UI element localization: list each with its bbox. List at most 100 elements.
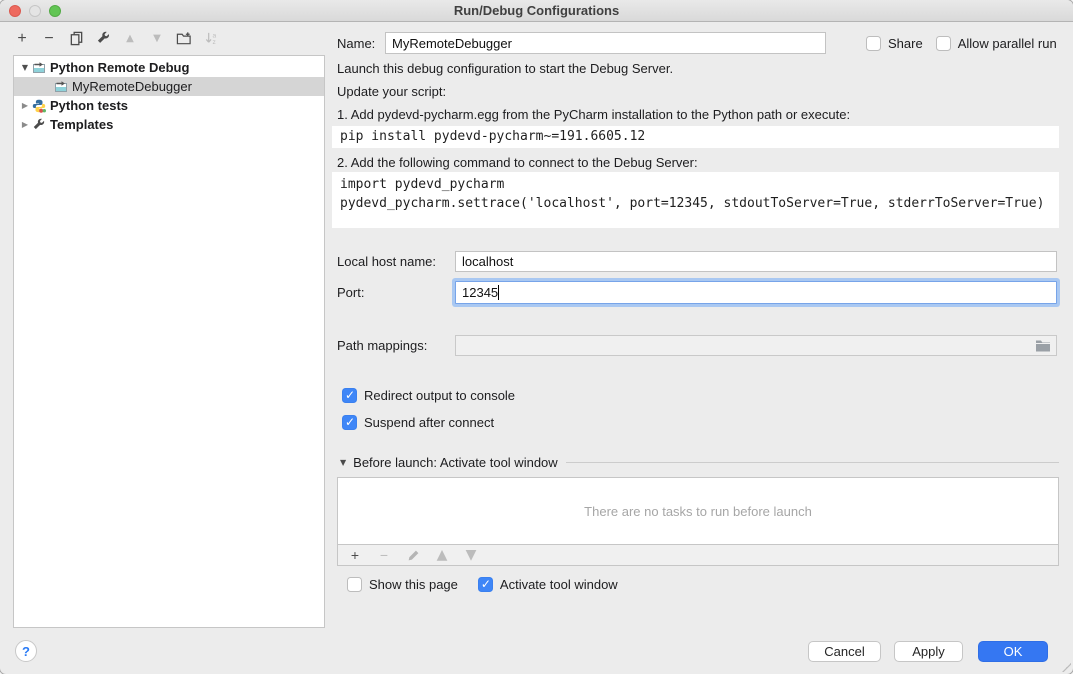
page-options-row: Show this page Activate tool window xyxy=(347,577,618,592)
remote-debug-icon xyxy=(32,61,46,75)
copy-config-button[interactable] xyxy=(68,31,84,47)
port-row: Port: xyxy=(337,281,1057,304)
local-host-input[interactable] xyxy=(455,251,1057,272)
configurations-toolbar: + − ▲ ▼ az xyxy=(0,22,330,55)
code-line-import: import pydevd_pycharm xyxy=(340,175,1051,194)
tree-item-templates[interactable]: ▶ Templates xyxy=(14,115,324,134)
move-task-down-button[interactable]: ▼ xyxy=(463,547,479,563)
suspend-after-connect-row: Suspend after connect xyxy=(342,415,494,430)
new-folder-button[interactable] xyxy=(176,31,192,47)
activate-tool-window-label: Activate tool window xyxy=(500,577,618,592)
folder-icon xyxy=(1035,339,1051,352)
sort-configs-button[interactable]: az xyxy=(203,31,219,47)
copy-icon xyxy=(69,31,84,46)
remove-task-button[interactable]: − xyxy=(376,547,392,563)
tree-item-myremotedebugger[interactable]: MyRemoteDebugger xyxy=(14,77,324,96)
instruction-step-1: 1. Add pydevd-pycharm.egg from the PyCha… xyxy=(337,107,850,122)
suspend-after-connect-label: Suspend after connect xyxy=(364,415,494,430)
help-button[interactable]: ? xyxy=(15,640,37,662)
tree-item-label: Templates xyxy=(50,117,113,132)
before-launch-toolbar: + − ▲ ▼ xyxy=(337,545,1059,566)
tree-item-python-tests[interactable]: ▶ Python tests xyxy=(14,96,324,115)
remove-config-button[interactable]: − xyxy=(41,31,57,47)
expand-arrow-icon[interactable]: ▼ xyxy=(18,63,32,72)
wrench-icon xyxy=(96,31,111,46)
cancel-button[interactable]: Cancel xyxy=(808,641,881,662)
minus-icon: − xyxy=(44,31,53,47)
name-label: Name: xyxy=(337,36,385,51)
instruction-line-2: Update your script: xyxy=(337,84,446,99)
tree-item-label: Python tests xyxy=(50,98,128,113)
run-debug-configurations-dialog: Run/Debug Configurations + − ▲ ▼ az ▼ Py… xyxy=(0,0,1073,674)
triangle-down-icon: ▼ xyxy=(153,31,161,47)
add-task-button[interactable]: + xyxy=(347,547,363,563)
before-launch-empty-text: There are no tasks to run before launch xyxy=(584,504,812,519)
allow-parallel-run-checkbox[interactable] xyxy=(936,36,951,51)
move-down-button[interactable]: ▼ xyxy=(149,31,165,47)
edit-config-button[interactable] xyxy=(95,31,111,47)
name-row: Name: Share Allow parallel run xyxy=(337,32,1060,54)
triangle-down-icon: ▼ xyxy=(466,547,477,563)
triangle-up-icon: ▲ xyxy=(437,547,448,563)
folder-add-icon xyxy=(176,31,192,46)
before-launch-title: Before launch: Activate tool window xyxy=(353,455,558,470)
collapse-arrow-icon[interactable]: ▶ xyxy=(18,101,32,110)
port-label: Port: xyxy=(337,285,455,300)
port-input[interactable] xyxy=(455,281,1057,304)
python-tests-icon xyxy=(32,99,46,113)
close-button[interactable] xyxy=(9,5,21,17)
show-this-page-checkbox[interactable] xyxy=(347,577,362,592)
section-divider xyxy=(566,462,1059,463)
show-this-page-label: Show this page xyxy=(369,577,458,592)
redirect-output-checkbox[interactable] xyxy=(342,388,357,403)
path-mappings-label: Path mappings: xyxy=(337,338,455,353)
question-mark-icon: ? xyxy=(22,644,30,659)
pip-install-code: pip install pydevd-pycharm~=191.6605.12 xyxy=(332,126,1059,148)
zoom-button[interactable] xyxy=(49,5,61,17)
local-host-label: Local host name: xyxy=(337,254,455,269)
pencil-icon xyxy=(407,549,420,562)
name-input[interactable] xyxy=(385,32,826,54)
before-launch-header[interactable]: ▼ Before launch: Activate tool window xyxy=(340,455,1059,470)
ok-button[interactable]: OK xyxy=(978,641,1048,662)
path-mappings-row: Path mappings: xyxy=(337,335,1057,356)
sort-az-icon: az xyxy=(204,31,219,46)
tree-item-label: MyRemoteDebugger xyxy=(72,79,192,94)
triangle-up-icon: ▲ xyxy=(126,31,134,47)
redirect-output-label: Redirect output to console xyxy=(364,388,515,403)
add-config-button[interactable]: + xyxy=(14,31,30,47)
path-mappings-input[interactable] xyxy=(455,335,1057,356)
plus-icon: + xyxy=(351,547,359,563)
before-launch-task-list[interactable]: There are no tasks to run before launch xyxy=(337,477,1059,545)
wrench-icon xyxy=(32,118,46,132)
resize-grip[interactable] xyxy=(1061,662,1071,672)
local-host-row: Local host name: xyxy=(337,251,1057,272)
text-cursor xyxy=(498,285,499,300)
tree-item-python-remote-debug[interactable]: ▼ Python Remote Debug xyxy=(14,58,324,77)
instruction-line-1: Launch this debug configuration to start… xyxy=(337,61,673,76)
share-checkbox[interactable] xyxy=(866,36,881,51)
plus-icon: + xyxy=(17,31,26,47)
remote-debug-icon xyxy=(54,80,68,94)
allow-parallel-run-label: Allow parallel run xyxy=(958,36,1057,51)
settrace-code-block: import pydevd_pycharm pydevd_pycharm.set… xyxy=(332,172,1059,228)
tree-item-label: Python Remote Debug xyxy=(50,60,189,75)
suspend-after-connect-checkbox[interactable] xyxy=(342,415,357,430)
title-bar: Run/Debug Configurations xyxy=(0,0,1073,22)
configurations-tree[interactable]: ▼ Python Remote Debug MyRemoteDebugger ▶… xyxy=(13,55,325,628)
move-up-button[interactable]: ▲ xyxy=(122,31,138,47)
share-label: Share xyxy=(888,36,923,51)
edit-task-button[interactable] xyxy=(405,547,421,563)
collapse-arrow-icon[interactable]: ▶ xyxy=(18,120,32,129)
svg-text:z: z xyxy=(212,39,215,46)
activate-tool-window-checkbox[interactable] xyxy=(478,577,493,592)
apply-button[interactable]: Apply xyxy=(894,641,963,662)
code-line-settrace: pydevd_pycharm.settrace('localhost', por… xyxy=(340,194,1051,213)
window-title: Run/Debug Configurations xyxy=(454,3,619,18)
collapse-section-icon[interactable]: ▼ xyxy=(340,458,346,467)
redirect-output-row: Redirect output to console xyxy=(342,388,515,403)
move-task-up-button[interactable]: ▲ xyxy=(434,547,450,563)
minus-icon: − xyxy=(380,547,388,563)
instruction-step-2: 2. Add the following command to connect … xyxy=(337,155,698,170)
minimize-button[interactable] xyxy=(29,5,41,17)
